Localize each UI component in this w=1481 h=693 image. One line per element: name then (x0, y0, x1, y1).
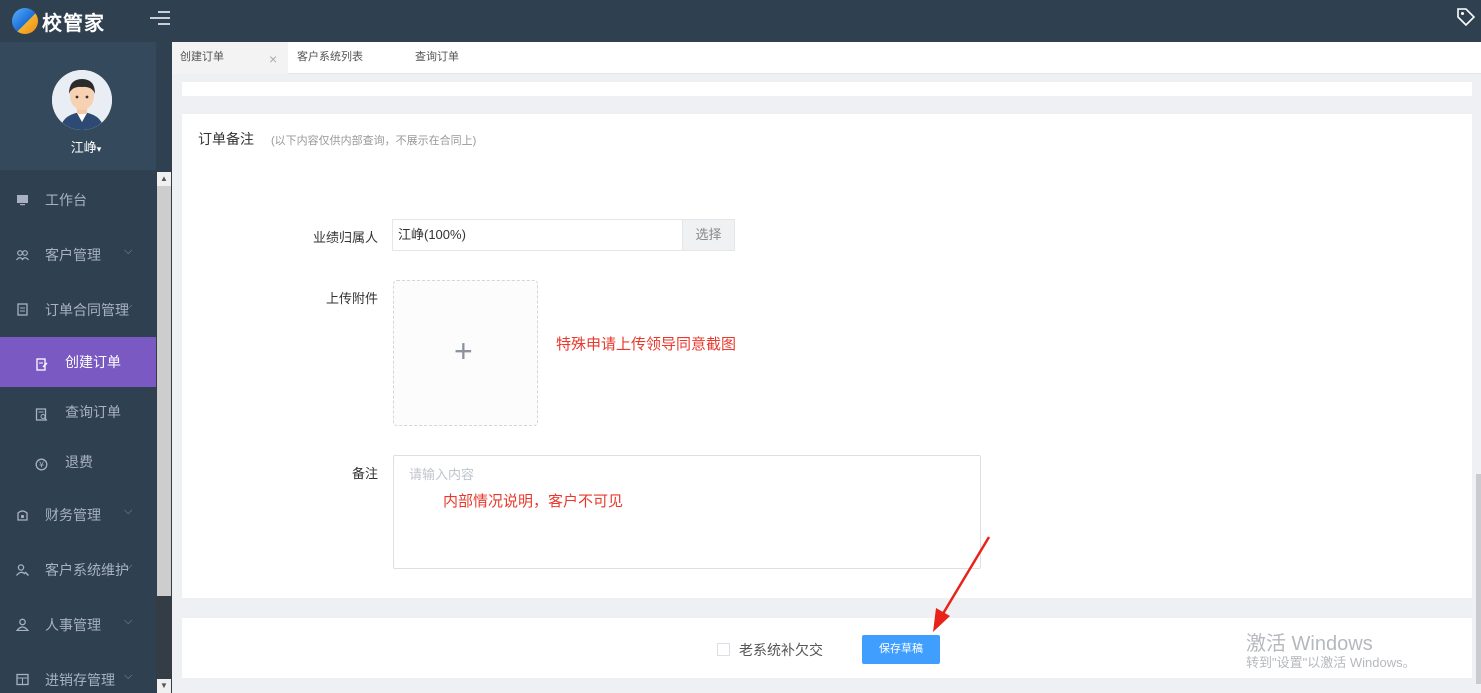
sidebar-item-label: 退费 (65, 454, 93, 470)
sidebar-item-customer-management[interactable]: 客户管理 ⌵ (0, 227, 156, 282)
tag-icon[interactable] (1455, 6, 1477, 28)
user-name: 江峥 (70, 140, 97, 155)
tab-query-order[interactable]: 查询订单 (406, 42, 506, 74)
create-order-icon (36, 358, 48, 371)
close-icon[interactable]: × (269, 42, 277, 76)
old-system-arrears-label[interactable]: 老系统补欠交 (739, 640, 823, 660)
search-order-icon (35, 408, 48, 421)
scroll-down-icon[interactable]: ▼ (157, 679, 171, 693)
finance-icon (17, 510, 28, 521)
sidebar-item-label: 工作台 (45, 191, 87, 208)
remark-textarea[interactable]: 请输入内容 (393, 455, 981, 569)
sidebar-item-label: 进销存管理 (45, 671, 115, 688)
inventory-icon (16, 673, 29, 686)
svg-text:¥: ¥ (39, 461, 44, 470)
annotation-arrow-icon (933, 536, 991, 632)
sidebar: 江峥▾ 工作台 客户管理 ⌵ 订单合同管理 ⌵ 创建订单 查询订单 ¥ 退费 财… (0, 42, 172, 693)
caret-down-icon: ▾ (96, 144, 102, 154)
logo-text: 校管家 (42, 12, 105, 35)
person-icon (16, 618, 29, 631)
sidebar-item-order-contract[interactable]: 订单合同管理 ⌵ (0, 282, 156, 337)
tab-customer-system-list[interactable]: 客户系统列表 (288, 42, 406, 74)
avatar[interactable] (52, 70, 112, 130)
section-hint: (以下内容仅供内部查询，不展示在合同上) (271, 135, 477, 147)
remark-placeholder: 请输入内容 (409, 467, 475, 482)
performance-owner-field: 江峥(100%) 选择 (392, 219, 735, 251)
logo-mark-icon (12, 8, 38, 34)
performance-owner-input[interactable]: 江峥(100%) (393, 220, 682, 250)
main-scroll-thumb[interactable] (1476, 474, 1481, 684)
maintenance-icon (16, 564, 29, 576)
remark-label: 备注 (351, 466, 378, 481)
select-button[interactable]: 选择 (682, 220, 734, 250)
monitor-icon (17, 195, 28, 206)
sidebar-item-query-order[interactable]: 查询订单 (0, 387, 156, 437)
previous-section-edge (182, 82, 1472, 96)
user-profile: 江峥▾ (0, 42, 156, 170)
chevron-down-icon: ⌵ (124, 670, 133, 682)
chevron-down-icon: ⌵ (124, 505, 133, 517)
page-tabs: 创建订单 × 客户系统列表 查询订单 (172, 42, 1481, 74)
sidebar-item-label: 订单合同管理 (45, 301, 129, 318)
menu-toggle-icon[interactable] (150, 11, 170, 29)
chevron-down-icon: ⌵ (124, 560, 133, 572)
avatar-image-icon (52, 70, 112, 130)
sidebar-item-refund[interactable]: ¥ 退费 (0, 437, 156, 487)
sidebar-item-label: 人事管理 (45, 616, 101, 633)
chevron-down-icon: ⌵ (124, 615, 133, 627)
sidebar-scrollbar[interactable]: ▲ ▼ (156, 172, 172, 693)
sidebar-item-label: 查询订单 (65, 404, 121, 420)
sidebar-item-label: 客户管理 (45, 246, 101, 263)
upload-attachment-area[interactable]: + (393, 280, 538, 426)
app-logo[interactable]: 校管家 (12, 8, 105, 35)
sidebar-scroll-thumb[interactable] (157, 186, 171, 596)
sidebar-item-workbench[interactable]: 工作台 (0, 172, 156, 227)
upload-annotation: 特殊申请上传领导同意截图 (556, 336, 737, 353)
tab-label: 查询订单 (415, 51, 459, 63)
upload-attachment-label: 上传附件 (325, 291, 378, 306)
plus-icon: + (454, 333, 473, 369)
sidebar-item-label: 客户系统维护 (45, 561, 129, 578)
user-name-dropdown[interactable]: 江峥▾ (0, 137, 172, 156)
chevron-down-icon: ⌵ (124, 245, 133, 257)
scroll-up-icon[interactable]: ▲ (157, 172, 171, 186)
sidebar-item-label: 创建订单 (65, 354, 121, 370)
top-bar: 校管家 (0, 0, 1481, 42)
sidebar-item-finance[interactable]: 财务管理 ⌵ (0, 487, 156, 542)
old-system-arrears-checkbox[interactable] (717, 643, 730, 656)
sidebar-nav: 工作台 客户管理 ⌵ 订单合同管理 ⌵ 创建订单 查询订单 ¥ 退费 财务管理 … (0, 172, 156, 693)
tab-label: 创建订单 (180, 51, 224, 63)
sidebar-item-create-order[interactable]: 创建订单 (0, 337, 156, 387)
performance-owner-label: 业绩归属人 (312, 230, 378, 245)
tab-label: 客户系统列表 (297, 51, 363, 63)
windows-activation-watermark-subtitle: 转到"设置"以激活 Windows。 (1246, 655, 1416, 670)
document-icon (17, 303, 28, 316)
section-title: 订单备注 (198, 131, 254, 147)
main-scrollbar[interactable] (1476, 74, 1481, 693)
main-content: 订单备注 (以下内容仅供内部查询，不展示在合同上) 业绩归属人 江峥(100%)… (172, 74, 1481, 693)
sidebar-item-label: 财务管理 (45, 506, 101, 523)
remark-annotation: 内部情况说明，客户不可见 (443, 493, 624, 510)
users-icon (16, 250, 29, 261)
chevron-down-icon: ⌵ (124, 300, 133, 312)
save-draft-button[interactable]: 保存草稿 (862, 635, 940, 664)
order-remarks-card: 订单备注 (以下内容仅供内部查询，不展示在合同上) 业绩归属人 江峥(100%)… (182, 114, 1472, 598)
sidebar-item-inventory[interactable]: 进销存管理 ⌵ (0, 652, 156, 693)
sidebar-item-hr[interactable]: 人事管理 ⌵ (0, 597, 156, 652)
sidebar-item-customer-system[interactable]: 客户系统维护 ⌵ (0, 542, 156, 597)
refund-icon: ¥ (35, 458, 48, 471)
